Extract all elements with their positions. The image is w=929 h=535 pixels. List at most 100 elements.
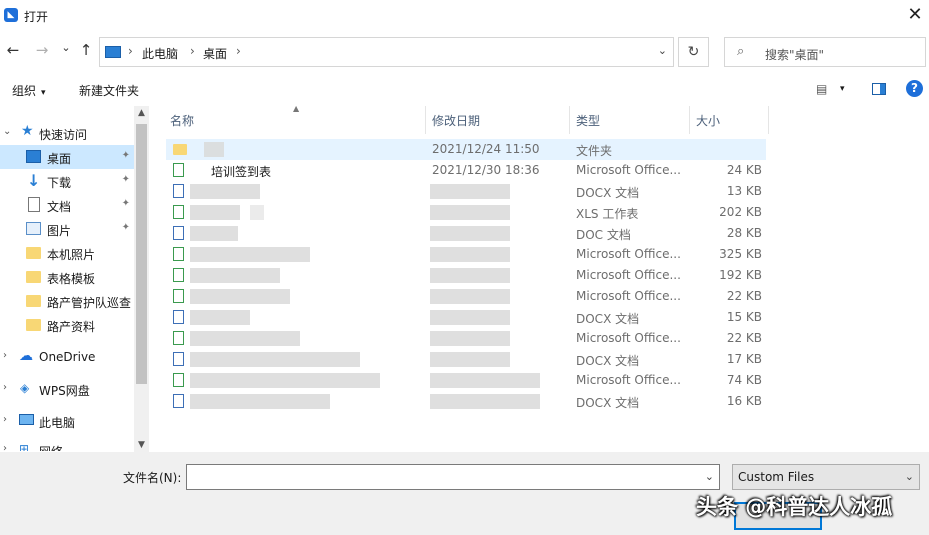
search-box[interactable]: ⌕ 搜索"桌面" (724, 37, 926, 67)
doc-icon (173, 226, 184, 240)
table-row[interactable]: DOCX 文档 17 KB (166, 349, 766, 370)
redacted-region (190, 268, 280, 283)
table-row[interactable]: DOCX 文档 13 KB (166, 181, 766, 202)
file-type-filter[interactable]: Custom Files ⌄ (732, 464, 920, 490)
pin-icon[interactable]: ✦ (122, 198, 130, 209)
table-row[interactable]: Microsoft Office... 325 KB (166, 244, 766, 265)
sidebar-item-patrol[interactable]: 路产管护队巡查 (0, 289, 134, 313)
column-header-type[interactable]: 类型 (570, 106, 690, 134)
sidebar-item-label: 图片 (47, 224, 72, 238)
recent-locations-button[interactable]: ⌄ (57, 38, 75, 58)
file-date: 2021/12/30 18:36 (432, 163, 540, 177)
file-type: Microsoft Office... (576, 331, 681, 345)
file-size: 15 KB (726, 310, 762, 324)
file-size: 17 KB (726, 352, 762, 366)
sidebar-item-desktop[interactable]: 桌面 ✦ (0, 145, 134, 169)
chevron-down-icon[interactable]: ⌄ (3, 126, 11, 137)
pin-icon[interactable]: ✦ (122, 222, 130, 233)
chevron-right-icon[interactable]: › (3, 382, 7, 393)
sidebar-item-wps-cloud[interactable]: › ◈ WPS网盘 (0, 377, 134, 401)
breadcrumb-desktop[interactable]: 桌面 (203, 45, 227, 62)
up-button[interactable]: ↑ (77, 40, 95, 60)
title-bar: ◣ 打开 ✕ (0, 0, 929, 32)
table-row[interactable]: XLS 工作表 202 KB (166, 202, 766, 223)
xls-icon (173, 289, 184, 303)
filename-input[interactable]: ⌄ (186, 464, 720, 490)
sidebar-item-local-photos[interactable]: 本机照片 (0, 241, 134, 265)
table-row[interactable]: DOCX 文档 15 KB (166, 307, 766, 328)
chevron-right-icon[interactable]: › (3, 350, 7, 361)
help-icon[interactable]: ? (906, 80, 923, 97)
table-row[interactable]: 2021/12/24 11:50 文件夹 (166, 139, 766, 160)
sidebar-item-table-templates[interactable]: 表格模板 (0, 265, 134, 289)
file-type: DOCX 文档 (576, 354, 640, 368)
scrollbar-thumb[interactable] (136, 124, 147, 384)
file-size: 22 KB (726, 289, 762, 303)
sidebar-item-network[interactable]: › ⊞ 网络 (0, 438, 134, 452)
view-options-icon[interactable]: ▤ (816, 82, 827, 96)
table-row[interactable]: Microsoft Office... 74 KB (166, 370, 766, 391)
search-placeholder: 搜索"桌面" (765, 48, 825, 62)
scroll-down-icon[interactable]: ▼ (134, 440, 149, 450)
file-size: 24 KB (726, 163, 762, 177)
new-folder-button[interactable]: 新建文件夹 (79, 82, 139, 99)
preview-pane-icon[interactable] (872, 83, 886, 95)
organize-button[interactable]: 组织 ▾ (12, 82, 46, 99)
sidebar-item-label: 文档 (47, 200, 72, 214)
redacted-region (430, 394, 540, 409)
table-row[interactable]: Microsoft Office... 22 KB (166, 286, 766, 307)
redacted-region (430, 205, 510, 220)
sidebar-item-road-assets[interactable]: 路产资料 (0, 313, 134, 337)
table-row[interactable]: 培训签到表 2021/12/30 18:36 Microsoft Office...… (166, 160, 766, 181)
table-row[interactable]: DOC 文档 28 KB (166, 223, 766, 244)
document-icon (28, 197, 40, 212)
close-button[interactable]: ✕ (901, 0, 929, 32)
table-row[interactable]: DOCX 文档 16 KB (166, 391, 766, 412)
column-header-date[interactable]: 修改日期 (426, 106, 570, 134)
chevron-down-icon[interactable]: ⌄ (705, 470, 714, 483)
chevron-right-icon[interactable]: › (3, 414, 7, 425)
folder-icon (26, 271, 41, 283)
sidebar-item-documents[interactable]: 文档 ✦ (0, 193, 134, 217)
sidebar-item-quick-access[interactable]: ⌄ ★ 快速访问 (0, 121, 134, 145)
file-size: 325 KB (719, 247, 762, 261)
scroll-up-icon[interactable]: ▲ (134, 108, 149, 118)
file-size: 74 KB (726, 373, 762, 387)
navigation-bar: ← → ⌄ ↑ › 此电脑 › 桌面 › ⌄ ↻ ⌕ 搜索"桌面" (0, 32, 929, 70)
refresh-button[interactable]: ↻ (678, 37, 709, 67)
pin-icon[interactable]: ✦ (122, 150, 130, 161)
window-title: 打开 (24, 10, 49, 24)
redacted-region (430, 331, 510, 346)
table-row[interactable]: Microsoft Office... 22 KB (166, 328, 766, 349)
sidebar-item-downloads[interactable]: ↓ 下载 ✦ (0, 169, 134, 193)
back-button[interactable]: ← (4, 40, 22, 60)
redacted-region (430, 310, 510, 325)
redacted-region (250, 205, 264, 220)
breadcrumb-this-pc[interactable]: 此电脑 (142, 45, 178, 62)
pin-icon[interactable]: ✦ (122, 174, 130, 185)
xls-icon (173, 163, 184, 177)
download-icon: ↓ (27, 171, 41, 190)
file-size: 202 KB (719, 205, 762, 219)
sidebar-item-this-pc[interactable]: › 此电脑 (0, 409, 134, 433)
table-row[interactable]: Microsoft Office... 192 KB (166, 265, 766, 286)
chevron-down-icon[interactable]: ⌄ (658, 44, 667, 57)
chevron-right-icon[interactable]: › (3, 443, 7, 451)
sidebar-item-onedrive[interactable]: › ☁ OneDrive (0, 345, 134, 369)
forward-button[interactable]: → (33, 40, 51, 60)
sidebar-scrollbar[interactable]: ▲ ▼ (134, 106, 149, 452)
column-header-size[interactable]: 大小 (690, 106, 769, 134)
file-type: DOCX 文档 (576, 396, 640, 410)
chevron-down-icon[interactable]: ⌄ (905, 470, 914, 483)
picture-icon (26, 222, 41, 235)
file-date: 2021/12/24 11:50 (432, 142, 540, 156)
redacted-region (190, 247, 310, 262)
xls-icon (173, 268, 184, 282)
navigation-pane: ⌄ ★ 快速访问 桌面 ✦ ↓ 下载 ✦ 文档 ✦ 图片 ✦ 本机照片 表格模板… (0, 118, 134, 451)
caret-down-icon[interactable]: ▾ (840, 84, 845, 94)
sidebar-item-label: 路产资料 (47, 320, 96, 334)
address-bar[interactable]: › 此电脑 › 桌面 › ⌄ (99, 37, 674, 67)
sort-ascending-icon: ▲ (293, 104, 300, 113)
folder-icon (26, 295, 41, 307)
sidebar-item-pictures[interactable]: 图片 ✦ (0, 217, 134, 241)
